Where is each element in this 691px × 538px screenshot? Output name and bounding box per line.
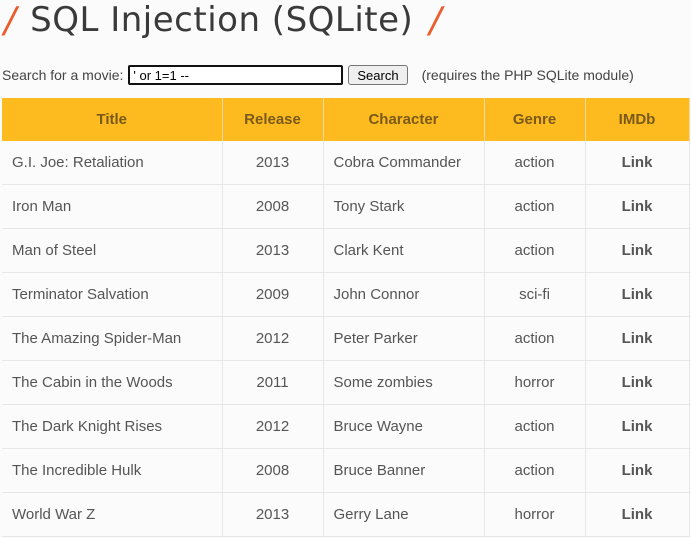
table-row: The Incredible Hulk 2008 Bruce Banner actio… [2,448,690,493]
movie-character-cell: John Connor [323,272,485,317]
imdb-link[interactable]: Link [622,506,653,523]
table-row: Iron Man 2008 Tony Stark action Link [2,184,690,229]
movie-character-cell: Cobra Commander [323,141,485,185]
movie-character-cell: Some zombies [323,360,485,405]
movie-release-cell: 2012 [222,404,324,449]
table-row: Man of Steel 2013 Clark Kent action Link [2,228,690,273]
movie-genre-cell: sci-fi [484,272,586,317]
imdb-link[interactable]: Link [622,198,653,215]
movie-title-cell: World War Z [2,492,223,537]
column-header-title: Title [2,98,223,141]
movie-genre-cell: horror [484,360,586,405]
movie-genre-cell: action [484,141,586,185]
movie-character-cell: Gerry Lane [323,492,485,537]
table-body: G.I. Joe: Retaliation 2013 Cobra Commander… [2,141,690,537]
movie-character-cell: Clark Kent [323,228,485,273]
movie-title-cell: G.I. Joe: Retaliation [2,141,223,185]
imdb-link[interactable]: Link [622,418,653,435]
imdb-link[interactable]: Link [622,286,653,303]
movie-genre-cell: action [484,228,586,273]
table-row: The Cabin in the Woods 2011 Some zombies ho… [2,360,690,405]
movie-release-cell: 2008 [222,184,324,229]
table-header-row: Title Release Character Genre IMDb [2,98,690,141]
search-form: Search for a movie: Search (requires the… [2,64,634,86]
imdb-cell: Link [585,184,690,229]
movie-genre-cell: action [484,316,586,361]
page-header: / SQL Injection (SQLite) / [4,0,441,46]
movie-title-cell: The Cabin in the Woods [2,360,223,405]
slash-right-decoration: / [429,0,442,41]
movie-release-cell: 2008 [222,448,324,493]
movies-table: Title Release Character Genre IMDb G.I. … [2,98,690,537]
movie-genre-cell: action [484,404,586,449]
movie-character-cell: Tony Stark [323,184,485,229]
search-label: Search for a movie: [2,67,124,83]
movie-release-cell: 2013 [222,228,324,273]
table-row: The Amazing Spider-Man 2012 Peter Parker ac… [2,316,690,361]
imdb-link[interactable]: Link [622,374,653,391]
column-header-character: Character [323,98,485,141]
movie-title-cell: Iron Man [2,184,223,229]
imdb-cell: Link [585,228,690,273]
imdb-cell: Link [585,404,690,449]
imdb-link[interactable]: Link [622,462,653,479]
page-title: SQL Injection (SQLite) [30,0,414,40]
movie-genre-cell: horror [484,492,586,537]
movie-release-cell: 2013 [222,141,324,185]
search-button[interactable]: Search [348,65,408,85]
column-header-genre: Genre [484,98,586,141]
search-input[interactable] [128,65,344,85]
table-row: G.I. Joe: Retaliation 2013 Cobra Commander… [2,141,690,185]
table-row: The Dark Knight Rises 2012 Bruce Wayne acti… [2,404,690,449]
movie-release-cell: 2013 [222,492,324,537]
movie-title-cell: Terminator Salvation [2,272,223,317]
imdb-cell: Link [585,272,690,317]
movie-character-cell: Bruce Banner [323,448,485,493]
imdb-cell: Link [585,141,690,185]
module-note: (requires the PHP SQLite module) [421,67,634,83]
movie-release-cell: 2011 [222,360,324,405]
table-row: Terminator Salvation 2009 John Connor sci-f… [2,272,690,317]
imdb-cell: Link [585,448,690,493]
movie-release-cell: 2009 [222,272,324,317]
table-row: World War Z 2013 Gerry Lane horror Link [2,492,690,537]
imdb-cell: Link [585,492,690,537]
column-header-imdb: IMDb [585,98,690,141]
column-header-release: Release [222,98,324,141]
movie-genre-cell: action [484,448,586,493]
imdb-cell: Link [585,360,690,405]
slash-left-decoration: / [4,0,17,41]
imdb-link[interactable]: Link [622,242,653,259]
movie-title-cell: The Dark Knight Rises [2,404,223,449]
movie-character-cell: Bruce Wayne [323,404,485,449]
movie-title-cell: The Amazing Spider-Man [2,316,223,361]
movie-title-cell: Man of Steel [2,228,223,273]
movie-release-cell: 2012 [222,316,324,361]
imdb-link[interactable]: Link [622,154,653,171]
imdb-link[interactable]: Link [622,330,653,347]
movie-genre-cell: action [484,184,586,229]
imdb-cell: Link [585,316,690,361]
movie-title-cell: The Incredible Hulk [2,448,223,493]
movie-character-cell: Peter Parker [323,316,485,361]
